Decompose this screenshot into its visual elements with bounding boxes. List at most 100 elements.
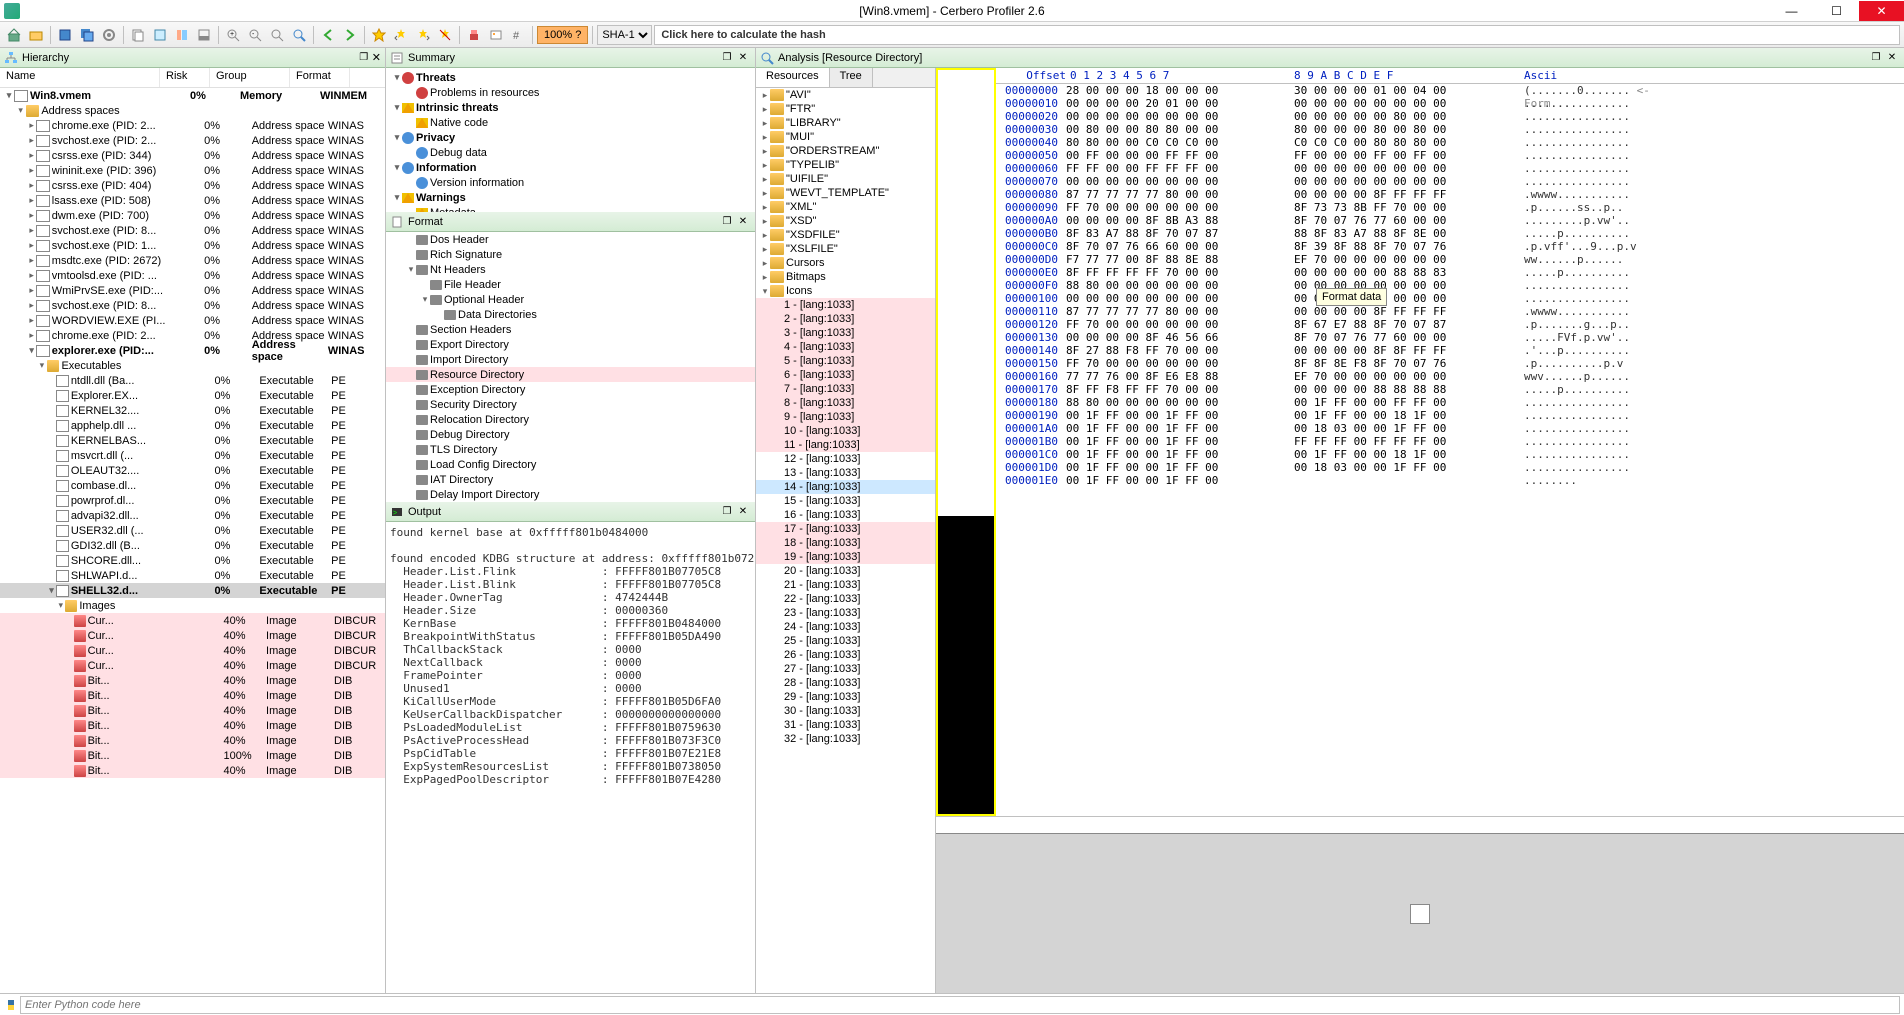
expand-icon[interactable]: ▸ — [760, 104, 770, 115]
tree-row[interactable]: ▸ msdtc.exe (PID: 2672) 0% Address space… — [0, 253, 385, 268]
expand-icon[interactable]: ▸ — [27, 330, 37, 341]
hex-line[interactable]: 0000019000 1F FF 00 00 1F FF 0000 1F FF … — [996, 409, 1904, 422]
format-row[interactable]: TLS Directory — [386, 442, 755, 457]
summary-item[interactable]: Debug data — [386, 145, 755, 160]
resource-folder[interactable]: ▸"UIFILE" — [756, 172, 935, 186]
expand-icon[interactable]: ▸ — [27, 255, 37, 266]
hex-line[interactable]: 0000018088 80 00 00 00 00 00 0000 1F FF … — [996, 396, 1904, 409]
hash-algo-select[interactable]: SHA-1 — [597, 25, 652, 45]
hex-line[interactable]: 0000010000 00 00 00 00 00 00 0000 00 00 … — [996, 292, 1904, 305]
tree-row[interactable]: Bit... 40% Image DIB — [0, 718, 385, 733]
expand-icon[interactable]: ▸ — [27, 315, 37, 326]
tree-row[interactable]: ▸ svchost.exe (PID: 8... 0% Address spac… — [0, 223, 385, 238]
tree-row[interactable]: KERNELBAS... 0% Executable PE — [0, 433, 385, 448]
tb-bookmark-icon[interactable] — [369, 25, 389, 45]
format-row[interactable]: Export Directory — [386, 337, 755, 352]
format-row[interactable]: IAT Directory — [386, 472, 755, 487]
hex-line[interactable]: 0000002000 00 00 00 00 00 00 0000 00 00 … — [996, 110, 1904, 123]
tree-row[interactable]: USER32.dll (... 0% Executable PE — [0, 523, 385, 538]
tb-gear-icon[interactable] — [99, 25, 119, 45]
resource-item[interactable]: 12 - [lang:1033] — [756, 452, 935, 466]
tree-row[interactable]: SHCORE.dll... 0% Executable PE — [0, 553, 385, 568]
hex-line[interactable]: 000001A000 1F FF 00 00 1F FF 0000 18 03 … — [996, 422, 1904, 435]
hex-line[interactable]: 0000007000 00 00 00 00 00 00 0000 00 00 … — [996, 175, 1904, 188]
tb-preview-icon[interactable] — [486, 25, 506, 45]
tab-tree[interactable]: Tree — [830, 68, 873, 87]
tree-row[interactable]: ▸ vmtoolsd.exe (PID: ... 0% Address spac… — [0, 268, 385, 283]
expand-icon[interactable]: ▸ — [27, 240, 37, 251]
tree-row[interactable]: powrprof.dl... 0% Executable PE — [0, 493, 385, 508]
expand-icon[interactable]: ▸ — [27, 300, 37, 311]
tb-clearbm-icon[interactable] — [435, 25, 455, 45]
tree-row[interactable]: Bit... 40% Image DIB — [0, 763, 385, 778]
hex-line[interactable]: 0000013000 00 00 00 8F 46 56 668F 70 07 … — [996, 331, 1904, 344]
hex-line[interactable]: 000000B08F 83 A7 88 8F 70 07 8788 8F 83 … — [996, 227, 1904, 240]
format-row[interactable]: Rich Signature — [386, 247, 755, 262]
hex-line[interactable]: 000000C08F 70 07 76 66 60 00 008F 39 8F … — [996, 240, 1904, 253]
resource-item[interactable]: 2 - [lang:1033] — [756, 312, 935, 326]
format-row[interactable]: Data Directories — [386, 307, 755, 322]
hex-line[interactable]: 00000150FF 70 00 00 00 00 00 008F 8F 8E … — [996, 357, 1904, 370]
resource-item[interactable]: 29 - [lang:1033] — [756, 690, 935, 704]
tree-row[interactable]: ▸ dwm.exe (PID: 700) 0% Address space WI… — [0, 208, 385, 223]
hex-line[interactable]: 000001C000 1F FF 00 00 1F FF 0000 1F FF … — [996, 448, 1904, 461]
panel-close-icon[interactable]: ✕ — [1884, 51, 1900, 65]
expand-icon[interactable]: ▸ — [27, 135, 37, 146]
resource-item[interactable]: 18 - [lang:1033] — [756, 536, 935, 550]
resource-tree[interactable]: ▸"AVI"▸"FTR"▸"LIBRARY"▸"MUI"▸"ORDERSTREA… — [756, 88, 935, 977]
resource-item[interactable]: 25 - [lang:1033] — [756, 634, 935, 648]
resource-folder[interactable]: ▸"XSLFILE" — [756, 242, 935, 256]
hex-line[interactable]: 0000008087 77 77 77 77 80 00 0000 00 00 … — [996, 188, 1904, 201]
hash-field[interactable]: Click here to calculate the hash — [654, 25, 1900, 45]
hex-line[interactable]: 000000D0F7 77 77 00 8F 88 8E 88EF 70 00 … — [996, 253, 1904, 266]
resource-item[interactable]: 4 - [lang:1033] — [756, 340, 935, 354]
resource-item[interactable]: 7 - [lang:1033] — [756, 382, 935, 396]
tb-hash-icon[interactable]: # — [508, 25, 528, 45]
expand-icon[interactable]: ▸ — [27, 270, 37, 281]
expand-icon[interactable]: ▸ — [27, 225, 37, 236]
tree-row[interactable]: apphelp.dll ... 0% Executable PE — [0, 418, 385, 433]
resource-item[interactable]: 21 - [lang:1033] — [756, 578, 935, 592]
format-tree[interactable]: Dos HeaderRich Signature▾Nt HeadersFile … — [386, 232, 755, 502]
tree-row[interactable]: Bit... 40% Image DIB — [0, 733, 385, 748]
close-button[interactable]: ✕ — [1859, 1, 1904, 21]
format-row[interactable]: Resource Directory — [386, 367, 755, 382]
tree-row[interactable]: msvcrt.dll (... 0% Executable PE — [0, 448, 385, 463]
tb-zoomout-icon[interactable]: - — [245, 25, 265, 45]
tree-row[interactable]: ▸ svchost.exe (PID: 8... 0% Address spac… — [0, 298, 385, 313]
expand-icon[interactable]: ▸ — [760, 244, 770, 255]
expand-icon[interactable]: ▸ — [760, 272, 770, 283]
format-row[interactable]: Security Directory — [386, 397, 755, 412]
resource-folder[interactable]: ▸"WEVT_TEMPLATE" — [756, 186, 935, 200]
resource-item[interactable]: 19 - [lang:1033] — [756, 550, 935, 564]
expand-icon[interactable]: ▸ — [760, 174, 770, 185]
format-row[interactable]: Exception Directory — [386, 382, 755, 397]
resource-item[interactable]: 15 - [lang:1033] — [756, 494, 935, 508]
panel-undock-icon[interactable]: ❐ — [356, 51, 372, 65]
tb-dock-icon[interactable] — [194, 25, 214, 45]
format-row[interactable]: Import Directory — [386, 352, 755, 367]
resource-item[interactable]: 11 - [lang:1033] — [756, 438, 935, 452]
resource-item[interactable]: 30 - [lang:1033] — [756, 704, 935, 718]
tree-row[interactable]: ▾ Win8.vmem 0% Memory WINMEM — [0, 88, 385, 103]
maximize-button[interactable]: ☐ — [1814, 1, 1859, 21]
expand-icon[interactable]: ▾ — [4, 90, 14, 101]
expand-icon[interactable]: ▸ — [27, 150, 37, 161]
resource-item[interactable]: 9 - [lang:1033] — [756, 410, 935, 424]
summary-item[interactable]: Version information — [386, 175, 755, 190]
expand-icon[interactable]: ▸ — [27, 180, 37, 191]
tree-row[interactable]: Cur... 40% Image DIBCUR — [0, 658, 385, 673]
expand-icon[interactable]: ▾ — [37, 360, 46, 371]
tree-row[interactable]: ▸ csrss.exe (PID: 404) 0% Address space … — [0, 178, 385, 193]
panel-close-icon[interactable]: ✕ — [735, 505, 751, 519]
tb-back-icon[interactable] — [318, 25, 338, 45]
resource-folder[interactable]: ▸Cursors — [756, 256, 935, 270]
resource-item[interactable]: 24 - [lang:1033] — [756, 620, 935, 634]
resource-item[interactable]: 28 - [lang:1033] — [756, 676, 935, 690]
tree-row[interactable]: Bit... 100% Image DIB — [0, 748, 385, 763]
tree-row[interactable]: SHLWAPI.d... 0% Executable PE — [0, 568, 385, 583]
tb-saveall-icon[interactable] — [77, 25, 97, 45]
tb-window-icon[interactable] — [150, 25, 170, 45]
hex-line[interactable]: 000000E08F FF FF FF FF 70 00 0000 00 00 … — [996, 266, 1904, 279]
resource-folder[interactable]: ▸"MUI" — [756, 130, 935, 144]
